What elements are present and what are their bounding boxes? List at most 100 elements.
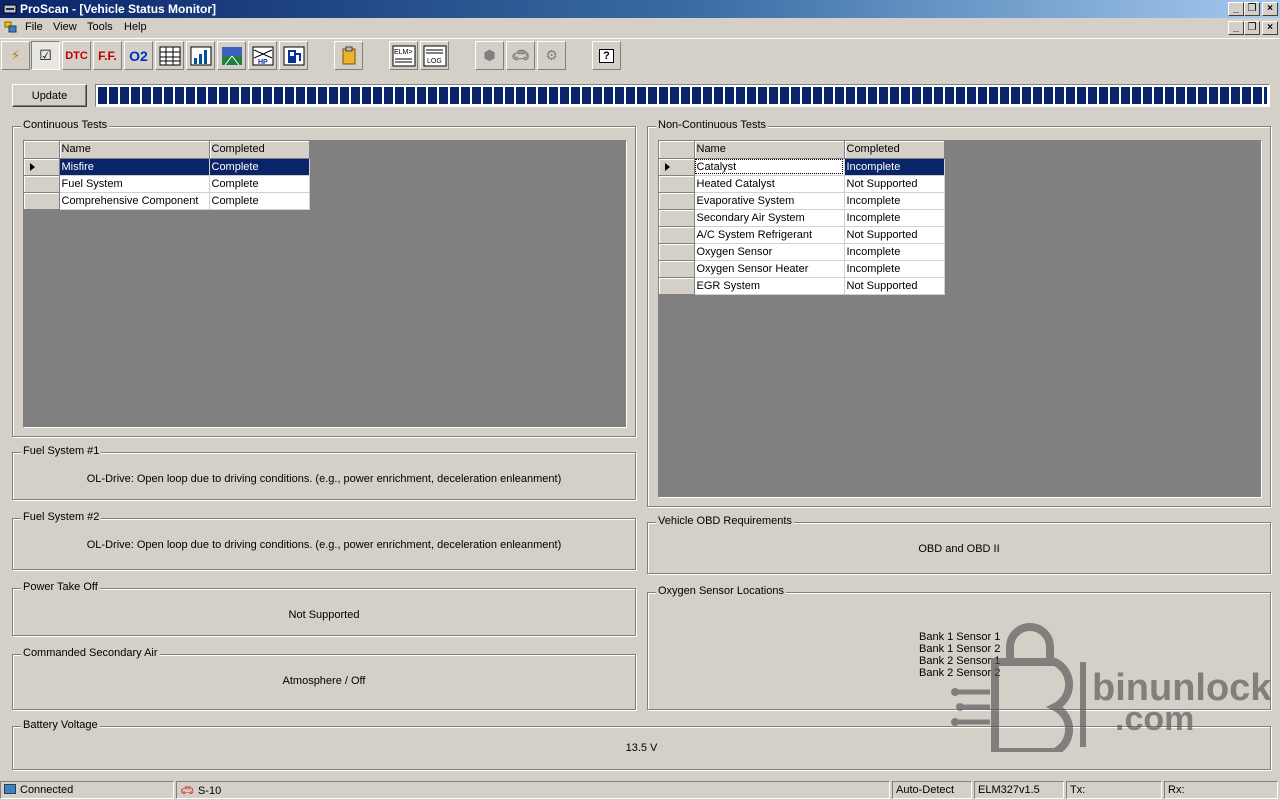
menu-view[interactable]: View	[53, 21, 77, 33]
row-selector[interactable]	[24, 192, 60, 210]
fuel-system-2-group: Fuel System #2 OL-Drive: Open loop due t…	[12, 511, 636, 570]
cell-name[interactable]: Fuel System	[59, 175, 210, 193]
update-progress-bar	[95, 84, 1270, 107]
freeze-frame-button[interactable]: F.F.	[93, 41, 122, 70]
cell-name[interactable]: Comprehensive Component	[59, 192, 210, 210]
settings-button[interactable]: ⚙	[537, 41, 566, 70]
dashboard-button[interactable]	[217, 41, 246, 70]
data-grid-button[interactable]	[155, 41, 184, 70]
settings-icon: ⚙	[545, 47, 558, 63]
table-row[interactable]: Misfire Complete	[24, 158, 310, 176]
horsepower-icon: HP	[252, 46, 273, 66]
row-selector[interactable]	[659, 260, 695, 278]
fuel-button[interactable]	[279, 41, 308, 70]
row-selector[interactable]	[659, 277, 695, 295]
row-selector[interactable]	[659, 192, 695, 210]
car-icon: 🚗︎	[180, 785, 194, 797]
horsepower-button[interactable]: HP	[248, 41, 277, 70]
help-button[interactable]: ?	[592, 41, 621, 70]
title-bar: ProScan - [Vehicle Status Monitor] _ ❐ ×	[0, 0, 1280, 18]
cell-completed[interactable]: Incomplete	[844, 243, 945, 261]
update-button[interactable]: Update	[12, 84, 87, 107]
elm-terminal-icon: ELM>	[392, 45, 415, 66]
connect-icon: ⚡	[10, 47, 21, 63]
row-selector[interactable]	[659, 158, 695, 176]
obd-requirements-legend: Vehicle OBD Requirements	[656, 515, 794, 527]
cell-completed[interactable]: Complete	[209, 175, 310, 193]
table-row[interactable]: Evaporative System Incomplete	[659, 192, 945, 210]
table-row[interactable]: Heated Catalyst Not Supported	[659, 175, 945, 193]
table-row[interactable]: A/C System Refrigerant Not Supported	[659, 226, 945, 244]
table-row[interactable]: Secondary Air System Incomplete	[659, 209, 945, 227]
cell-name[interactable]: Evaporative System	[694, 192, 845, 210]
row-selector[interactable]	[659, 209, 695, 227]
cell-completed[interactable]: Incomplete	[844, 158, 945, 176]
cell-completed[interactable]: Not Supported	[844, 175, 945, 193]
menu-help[interactable]: Help	[124, 21, 147, 33]
minimize-button[interactable]: _	[1228, 2, 1244, 16]
table-row[interactable]: Comprehensive Component Complete	[24, 192, 310, 210]
child-close-button[interactable]: ×	[1262, 21, 1278, 35]
cell-completed[interactable]: Incomplete	[844, 209, 945, 227]
row-selector[interactable]	[659, 226, 695, 244]
maximize-button[interactable]: ❐	[1244, 2, 1260, 16]
noncontinuous-tests-grid[interactable]: Name Completed Catalyst Incomplete Heate…	[658, 140, 1262, 498]
column-header-name[interactable]: Name	[694, 141, 845, 159]
obd-requirements-group: Vehicle OBD Requirements OBD and OBD II	[647, 515, 1271, 574]
column-header-completed[interactable]: Completed	[209, 141, 310, 159]
table-row[interactable]: EGR System Not Supported	[659, 277, 945, 295]
dtc-button[interactable]: DTC	[62, 41, 91, 70]
graph-button[interactable]	[186, 41, 215, 70]
status-bar: Connected 🚗︎ S-10 Auto-Detect ELM327v1.5 …	[0, 780, 1280, 800]
row-selector[interactable]	[24, 158, 60, 176]
svg-text:.com: .com	[1115, 700, 1194, 738]
row-selector[interactable]	[659, 175, 695, 193]
cell-name[interactable]: Oxygen Sensor Heater	[694, 260, 845, 278]
log-button[interactable]: LOG	[420, 41, 449, 70]
table-row[interactable]: Oxygen Sensor Incomplete	[659, 243, 945, 261]
column-header-name[interactable]: Name	[59, 141, 210, 159]
graph-icon	[190, 46, 211, 65]
table-row[interactable]: Oxygen Sensor Heater Incomplete	[659, 260, 945, 278]
engine-button[interactable]: ⬢	[475, 41, 504, 70]
cell-completed[interactable]: Incomplete	[844, 192, 945, 210]
obd-requirements-value: OBD and OBD II	[918, 543, 1000, 555]
menu-tools[interactable]: Tools	[87, 21, 113, 33]
cell-name[interactable]: Secondary Air System	[694, 209, 845, 227]
status-monitor-button[interactable]: ☑	[31, 41, 60, 70]
child-minimize-button[interactable]: _	[1228, 21, 1244, 35]
cell-completed[interactable]: Not Supported	[844, 226, 945, 244]
cell-name[interactable]: EGR System	[694, 277, 845, 295]
menu-bar: File View Tools Help _ ❐ ×	[0, 19, 1280, 37]
continuous-tests-grid[interactable]: Name Completed Misfire Complete Fuel Sys…	[23, 140, 627, 428]
report-button[interactable]	[334, 41, 363, 70]
cell-completed[interactable]: Not Supported	[844, 277, 945, 295]
table-row[interactable]: Fuel System Complete	[24, 175, 310, 193]
dashboard-icon	[221, 46, 242, 65]
toolbar: ⚡ ☑ DTC F.F. O2 HP ELM> LOG ⬢ 🚗︎ ⚙ ?	[0, 38, 1280, 72]
secondary-air-group: Commanded Secondary Air Atmosphere / Off	[12, 647, 636, 710]
cell-name[interactable]: A/C System Refrigerant	[694, 226, 845, 244]
cell-completed[interactable]: Complete	[209, 192, 310, 210]
cell-name[interactable]: Catalyst	[694, 158, 845, 176]
close-button[interactable]: ×	[1262, 2, 1278, 16]
table-row[interactable]: Catalyst Incomplete	[659, 158, 945, 176]
connect-button[interactable]: ⚡	[1, 41, 30, 70]
column-header-completed[interactable]: Completed	[844, 141, 945, 159]
cell-completed[interactable]: Incomplete	[844, 260, 945, 278]
o2-sensor-button[interactable]: O2	[124, 41, 153, 70]
menu-file[interactable]: File	[25, 21, 43, 33]
row-selector[interactable]	[659, 243, 695, 261]
row-selector[interactable]	[24, 175, 60, 193]
cell-completed[interactable]: Complete	[209, 158, 310, 176]
cell-name[interactable]: Misfire	[59, 158, 210, 176]
child-restore-button[interactable]: ❐	[1244, 21, 1260, 35]
current-row-arrow-icon	[30, 162, 35, 171]
cell-name[interactable]: Oxygen Sensor	[694, 243, 845, 261]
vehicle-button[interactable]: 🚗︎	[506, 41, 535, 70]
cell-name[interactable]: Heated Catalyst	[694, 175, 845, 193]
computer-icon	[4, 784, 16, 794]
power-take-off-group: Power Take Off Not Supported	[12, 581, 636, 636]
elm-terminal-button[interactable]: ELM>	[389, 41, 418, 70]
document-icon[interactable]	[4, 21, 17, 33]
